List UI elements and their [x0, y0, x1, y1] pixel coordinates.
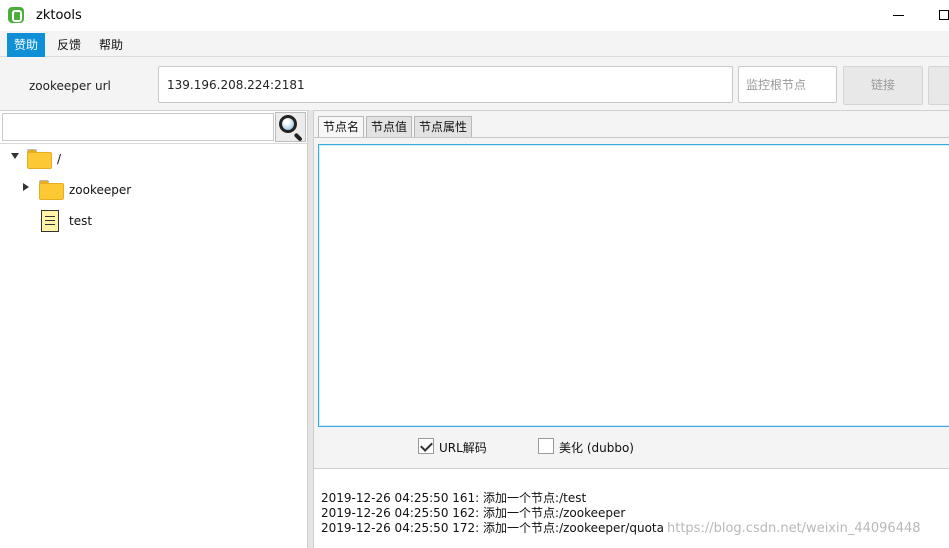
search-icon: [279, 115, 297, 133]
tree-node-label: /: [57, 152, 62, 166]
tab-divider: [314, 137, 949, 138]
tab-node-attributes[interactable]: 节点属性: [414, 116, 473, 138]
tree-node-root[interactable]: /: [0, 148, 307, 172]
connection-toolbar: zookeeper url 链接: [0, 57, 949, 110]
tree-node-test[interactable]: test: [0, 209, 307, 233]
connect-button[interactable]: 链接: [843, 66, 923, 105]
monitor-root-input[interactable]: [738, 66, 837, 103]
folder-icon: [27, 149, 52, 169]
tab-node-value[interactable]: 节点值: [366, 116, 413, 138]
menu-item-sponsor[interactable]: 赞助: [7, 33, 46, 57]
log-entry: 2019-12-26 04:25:50 162: 添加一个节点:/zookeep…: [321, 506, 626, 520]
toolbar-extra-button[interactable]: [928, 66, 949, 105]
menu-item-help[interactable]: 帮助: [92, 33, 130, 57]
app-icon: [8, 7, 24, 23]
zookeeper-url-label: zookeeper url: [29, 79, 111, 93]
minimize-icon[interactable]: [893, 15, 904, 16]
tree-divider: [0, 143, 307, 144]
url-decode-checkbox[interactable]: [418, 438, 434, 454]
maximize-icon[interactable]: [939, 10, 949, 20]
collapse-arrow-icon[interactable]: [23, 183, 29, 191]
log-entry: 2019-12-26 04:25:50 172: 添加一个节点:/zookeep…: [321, 521, 664, 535]
tree-search-input[interactable]: [2, 113, 274, 141]
log-panel: 2019-12-26 04:25:50 161: 添加一个节点:/test 20…: [314, 468, 949, 548]
search-icon-handle: [293, 132, 303, 142]
beautify-checkbox[interactable]: [538, 438, 554, 454]
node-content-editor[interactable]: [318, 144, 949, 427]
pane-splitter[interactable]: [307, 110, 314, 548]
zookeeper-url-input[interactable]: [158, 66, 733, 103]
log-entry: 2019-12-26 04:25:50 161: 添加一个节点:/test: [321, 491, 587, 505]
watermark: https://blog.csdn.net/weixin_44096448: [667, 521, 921, 536]
node-tree-pane: / zookeeper test: [0, 110, 307, 548]
node-detail-pane: 节点名 节点值 节点属性 URL解码 美化 (dubbo) 2019-12-26…: [314, 110, 949, 548]
expand-arrow-icon[interactable]: [11, 153, 19, 159]
decode-options: URL解码 美化 (dubbo): [314, 431, 949, 463]
url-decode-label: URL解码: [439, 441, 487, 455]
tree-node-label: test: [69, 214, 93, 228]
title-bar: zktools: [0, 0, 949, 31]
tab-node-name[interactable]: 节点名: [318, 116, 365, 138]
menu-bar: 赞助 反馈 帮助: [0, 31, 949, 57]
tree-node-zookeeper[interactable]: zookeeper: [0, 179, 307, 203]
window-title: zktools: [36, 8, 82, 23]
beautify-label: 美化 (dubbo): [559, 441, 634, 455]
menu-item-feedback[interactable]: 反馈: [50, 33, 88, 57]
search-button[interactable]: [275, 112, 306, 142]
tree-node-label: zookeeper: [69, 183, 132, 197]
file-icon: [41, 210, 59, 232]
folder-icon: [39, 180, 64, 200]
